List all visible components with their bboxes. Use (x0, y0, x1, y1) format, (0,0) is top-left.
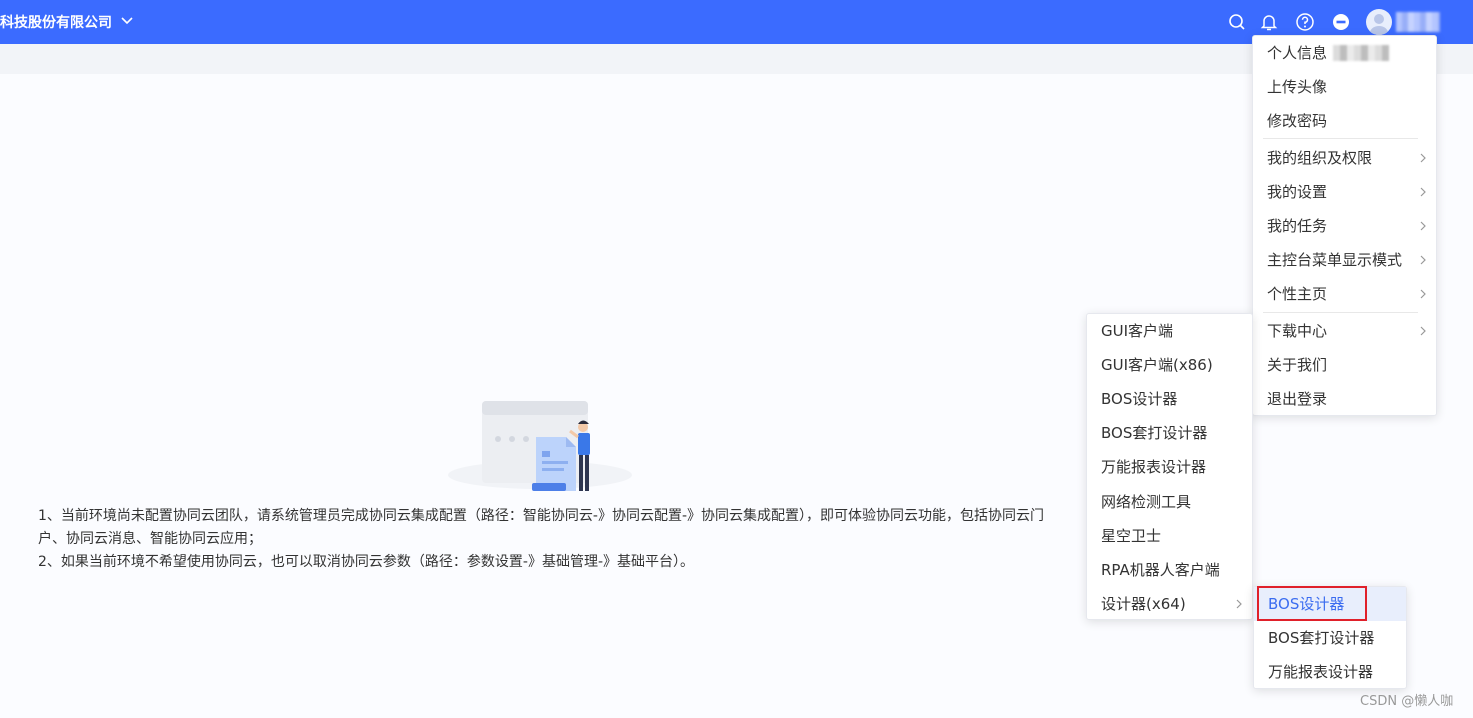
notice-line-2: 2、如果当前环境不希望使用协同云，也可以取消协同云参数（路径：参数设置-》基础管… (38, 554, 695, 570)
menu-item-label: 主控台菜单显示模式 (1267, 251, 1403, 269)
user-info-blurred (1333, 45, 1389, 61)
menu-item-label: RPA机器人客户端 (1101, 561, 1220, 579)
menu-item-download-center[interactable]: 下载中心 (1253, 314, 1436, 348)
menu-item-label: BOS设计器 (1101, 390, 1178, 408)
menu-item-label: GUI客户端 (1101, 322, 1174, 340)
menu-item-org-permissions[interactable]: 我的组织及权限 (1253, 141, 1436, 175)
annotation-highlight-box (1257, 586, 1367, 621)
download-item-gui-client[interactable]: GUI客户端 (1087, 314, 1252, 348)
menu-item-label: 星空卫士 (1101, 527, 1162, 545)
search-icon[interactable] (1227, 12, 1247, 32)
menu-item-label: 我的设置 (1267, 183, 1328, 201)
menu-item-label: 网络检测工具 (1101, 493, 1192, 511)
chevron-right-icon (1420, 289, 1426, 299)
menu-divider (1263, 138, 1418, 139)
download-item-gui-client-x86[interactable]: GUI客户端(x86) (1087, 348, 1252, 382)
chevron-right-icon (1420, 187, 1426, 197)
notice-line-1: 1、当前环境尚未配置协同云团队，请系统管理员完成协同云集成配置（路径：智能协同云… (38, 508, 1045, 547)
designer-item-bos-print-designer[interactable]: BOS套打设计器 (1254, 621, 1406, 655)
download-item-bos-print-designer[interactable]: BOS套打设计器 (1087, 416, 1252, 450)
empty-state-illustration (448, 401, 632, 491)
menu-item-logout[interactable]: 退出登录 (1253, 382, 1436, 416)
download-item-report-designer[interactable]: 万能报表设计器 (1087, 450, 1252, 484)
menu-item-label: 万能报表设计器 (1101, 458, 1207, 476)
collaboration-cloud-notice: 1、当前环境尚未配置协同云团队，请系统管理员完成协同云集成配置（路径：智能协同云… (38, 505, 1048, 574)
chevron-right-icon (1420, 221, 1426, 231)
menu-item-label: 关于我们 (1267, 356, 1328, 374)
help-icon[interactable] (1295, 12, 1315, 32)
designer-item-report-designer[interactable]: 万能报表设计器 (1254, 655, 1406, 689)
menu-item-console-display-mode[interactable]: 主控台菜单显示模式 (1253, 243, 1436, 277)
download-item-bos-designer[interactable]: BOS设计器 (1087, 382, 1252, 416)
menu-item-label: 退出登录 (1267, 390, 1328, 408)
menu-item-label: 上传头像 (1267, 78, 1328, 96)
download-item-network-tool[interactable]: 网络检测工具 (1087, 485, 1252, 519)
menu-item-label: 下载中心 (1267, 322, 1328, 340)
menu-item-label: 设计器(x64) (1101, 595, 1186, 613)
menu-item-label: 个人信息 (1267, 44, 1328, 62)
watermark: CSDN @懒人咖 (1360, 694, 1454, 709)
menu-item-label: 我的任务 (1267, 217, 1328, 235)
chevron-right-icon (1420, 255, 1426, 265)
chevron-right-icon (1420, 153, 1426, 163)
menu-item-label: GUI客户端(x86) (1101, 356, 1213, 374)
user-avatar[interactable] (1366, 9, 1392, 35)
user-name-blurred[interactable] (1396, 12, 1440, 32)
chevron-down-icon[interactable] (120, 13, 134, 27)
download-item-designer-x64[interactable]: 设计器(x64) (1087, 587, 1252, 621)
company-name[interactable]: 科技股份有限公司 (0, 12, 112, 32)
menu-item-label: 我的组织及权限 (1267, 149, 1373, 167)
menu-item-my-settings[interactable]: 我的设置 (1253, 175, 1436, 209)
download-center-submenu: GUI客户端 GUI客户端(x86) BOS设计器 BOS套打设计器 万能报表设… (1086, 313, 1253, 620)
menu-item-change-password[interactable]: 修改密码 (1253, 104, 1436, 138)
user-dropdown-menu: 个人信息 上传头像 修改密码 我的组织及权限 我的设置 我的任务 主控台菜单显示… (1252, 35, 1437, 416)
menu-item-label: BOS套打设计器 (1268, 629, 1375, 647)
menu-item-about-us[interactable]: 关于我们 (1253, 348, 1436, 382)
menu-item-profile[interactable]: 个人信息 (1253, 36, 1436, 70)
minus-circle-icon[interactable] (1331, 12, 1351, 32)
user-icon (1370, 14, 1388, 35)
bell-icon[interactable] (1259, 12, 1279, 32)
download-item-rpa-client[interactable]: RPA机器人客户端 (1087, 553, 1252, 587)
chevron-right-icon (1420, 326, 1426, 336)
menu-item-upload-avatar[interactable]: 上传头像 (1253, 70, 1436, 104)
menu-item-personal-homepage[interactable]: 个性主页 (1253, 277, 1436, 311)
chevron-right-icon (1236, 599, 1242, 609)
menu-item-label: BOS套打设计器 (1101, 424, 1208, 442)
menu-item-my-tasks[interactable]: 我的任务 (1253, 209, 1436, 243)
download-item-guard[interactable]: 星空卫士 (1087, 519, 1252, 553)
menu-item-label: 修改密码 (1267, 112, 1328, 130)
menu-item-label: 个性主页 (1267, 285, 1328, 303)
menu-divider (1263, 312, 1418, 313)
menu-item-label: 万能报表设计器 (1268, 663, 1374, 681)
